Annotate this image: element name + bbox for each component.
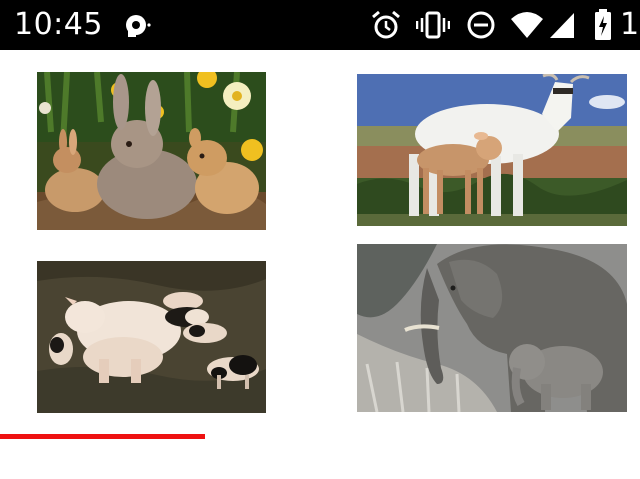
caption-text [26, 458, 640, 479]
status-bar: 10:45 1 [0, 0, 640, 50]
vibrate-icon [416, 9, 450, 41]
rabbits-image[interactable] [37, 72, 266, 230]
image-grid [0, 50, 640, 450]
notification-cloud-icon [120, 9, 152, 41]
progress-indicator [0, 434, 640, 439]
elephants-image[interactable] [357, 244, 627, 412]
screen: 10:45 1 [0, 0, 640, 479]
pigs-image[interactable] [37, 261, 266, 413]
alarm-icon [370, 9, 402, 41]
battery-charging-icon [594, 9, 612, 41]
battery-percent: 1 [620, 7, 640, 42]
wifi-icon [510, 9, 544, 41]
do-not-disturb-icon [465, 9, 497, 41]
progress-fill [0, 434, 205, 439]
cattle-image[interactable] [357, 74, 627, 226]
clock: 10:45 [14, 7, 103, 42]
cellular-signal-icon [548, 9, 576, 41]
